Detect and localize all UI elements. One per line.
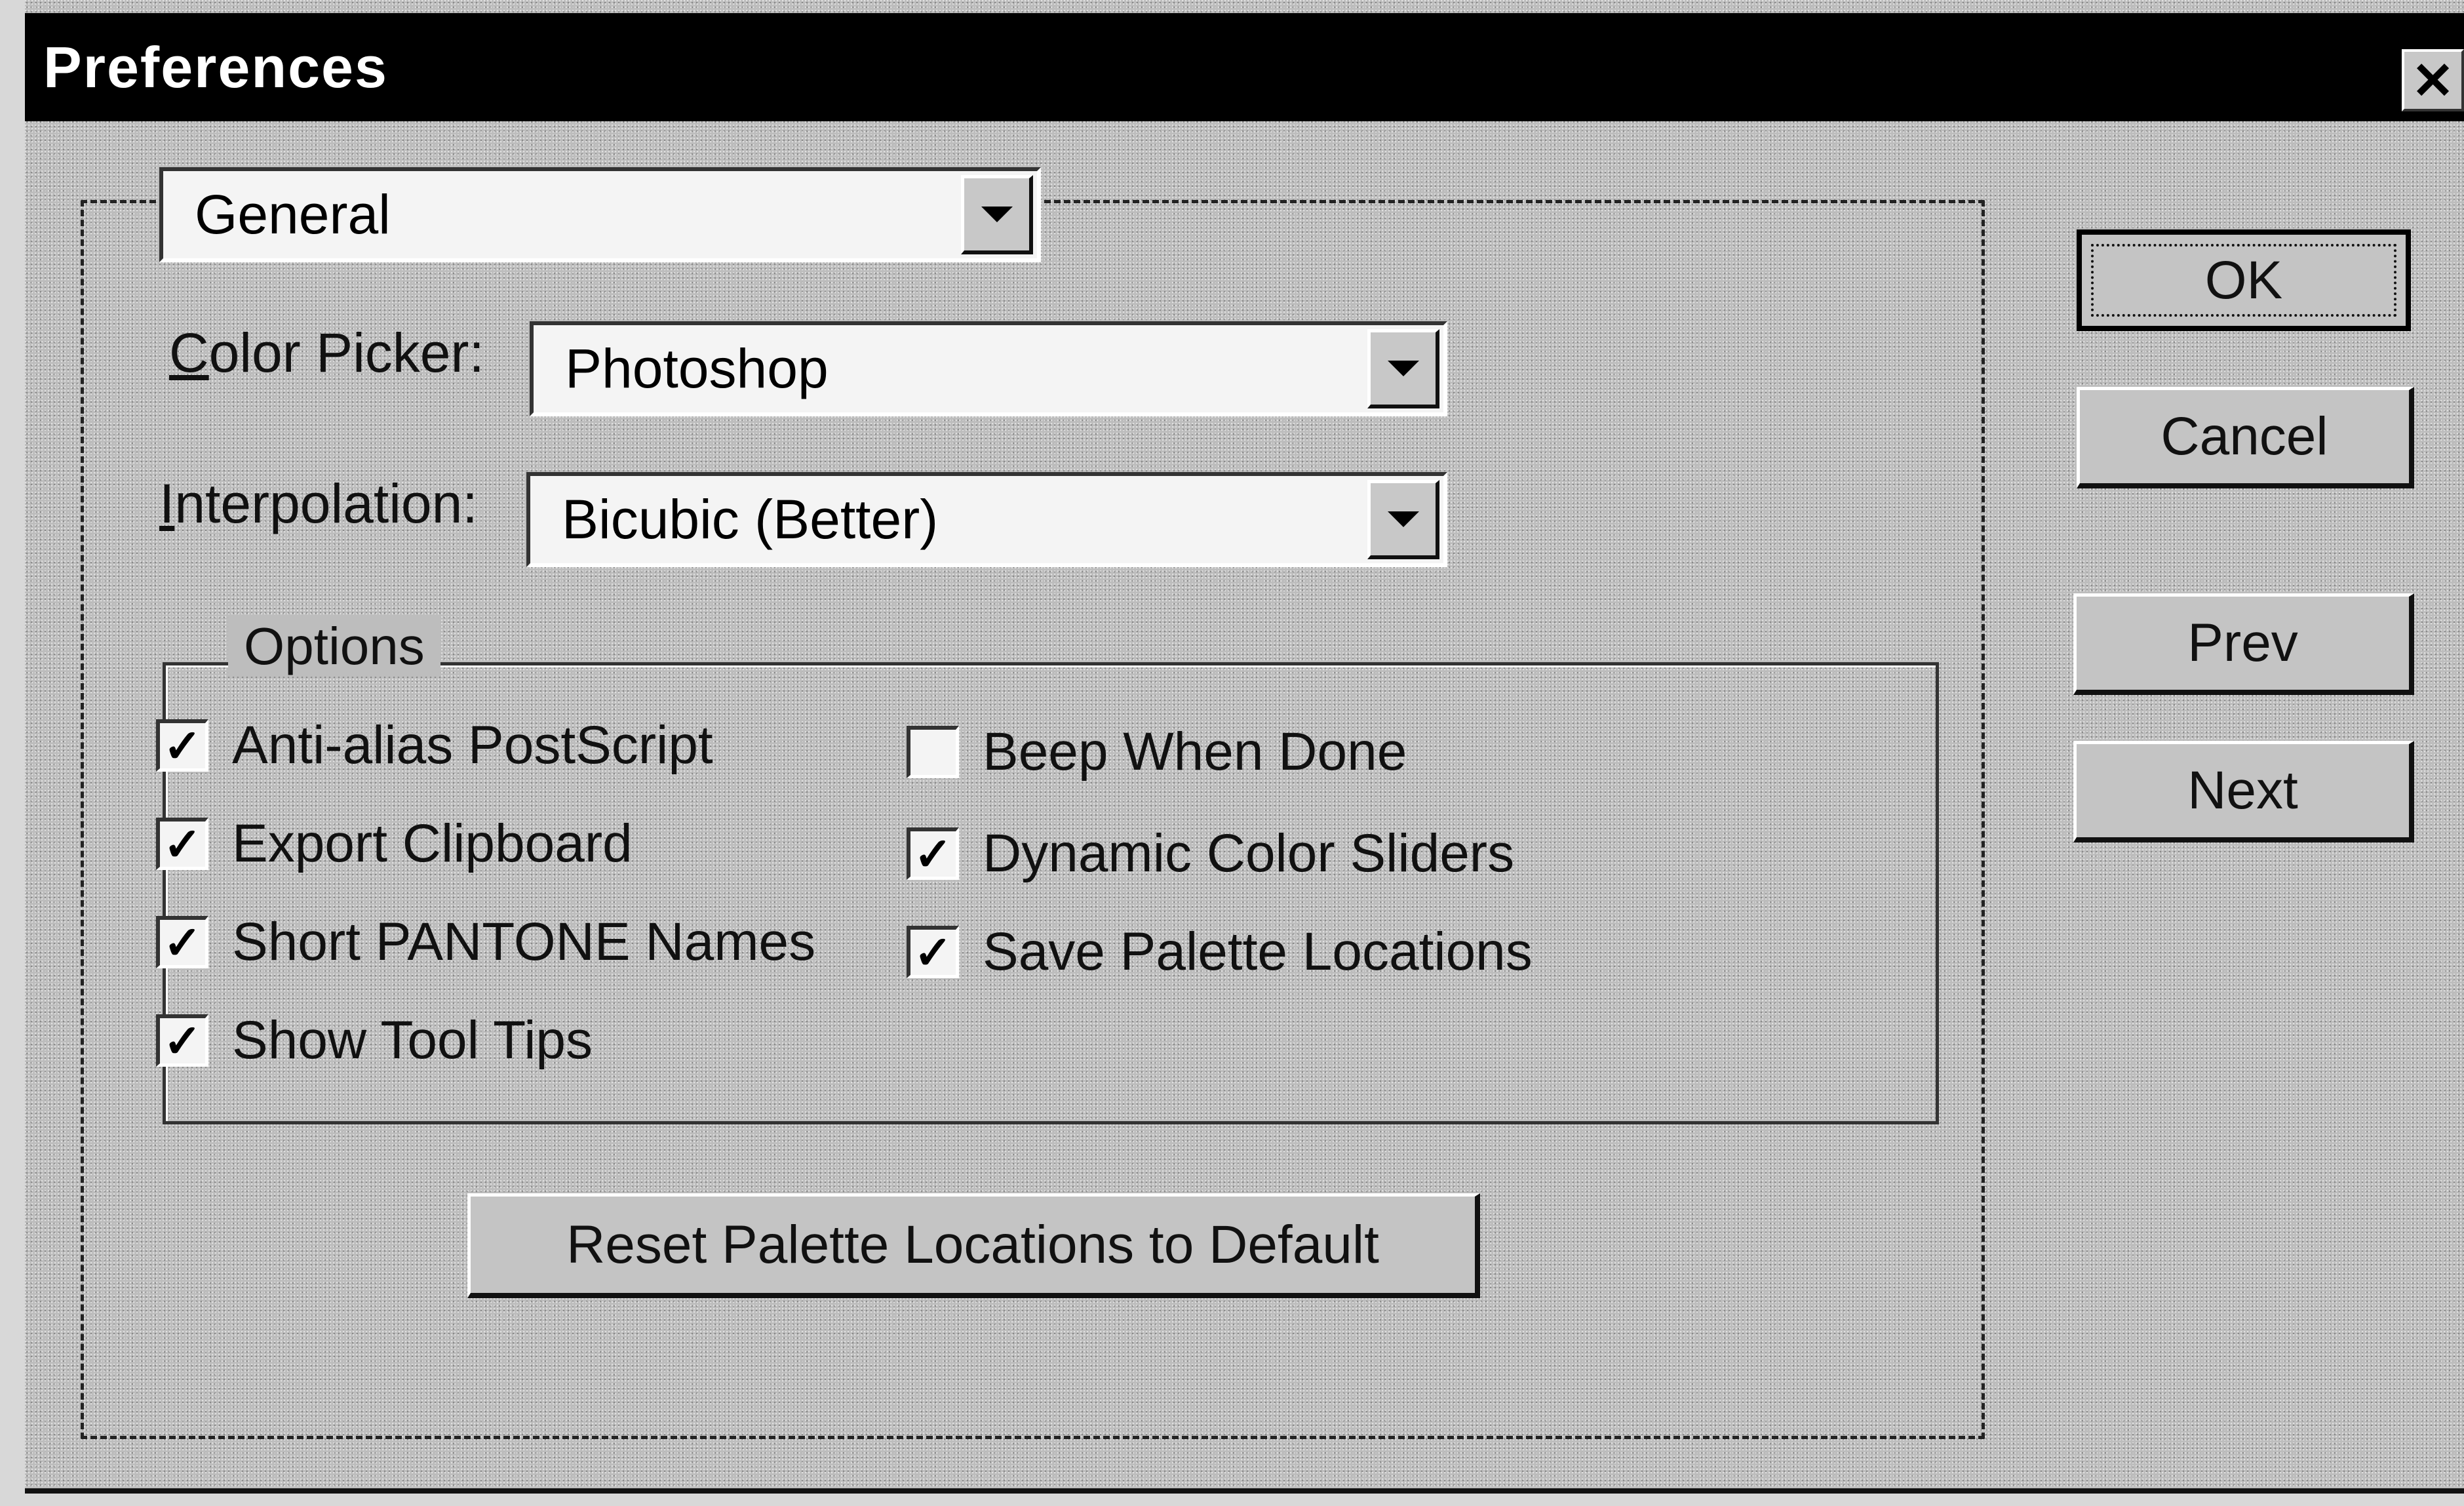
short-pantone-names-checkbox[interactable]: ✓ (156, 916, 208, 968)
export-clipboard-option[interactable]: ✓ Export Clipboard (156, 813, 633, 875)
show-tool-tips-checkbox[interactable]: ✓ (156, 1014, 208, 1067)
dynamic-color-sliders-checkbox[interactable]: ✓ (907, 827, 959, 880)
short-pantone-names-label: Short PANTONE Names (232, 912, 816, 972)
save-palette-locations-label: Save Palette Locations (983, 922, 1533, 981)
save-palette-locations-option[interactable]: ✓ Save Palette Locations (907, 921, 1533, 983)
anti-alias-postscript-checkbox[interactable]: ✓ (156, 719, 208, 772)
window-title: Preferences (43, 35, 388, 100)
export-clipboard-checkbox[interactable]: ✓ (156, 818, 208, 870)
chevron-down-icon (981, 207, 1013, 222)
beep-when-done-option[interactable]: Beep When Done (907, 721, 1407, 783)
interpolation-label: Interpolation: (159, 473, 478, 534)
next-button[interactable]: Next (2073, 741, 2414, 842)
next-button-label: Next (2187, 761, 2298, 820)
color-picker-dropdown-button[interactable] (1367, 329, 1439, 408)
section-select-value: General (195, 184, 391, 245)
dynamic-color-sliders-option[interactable]: ✓ Dynamic Color Sliders (907, 823, 1514, 884)
short-pantone-names-option[interactable]: ✓ Short PANTONE Names (156, 911, 815, 973)
show-tool-tips-option[interactable]: ✓ Show Tool Tips (156, 1010, 593, 1071)
chevron-down-icon (1387, 511, 1419, 527)
chevron-down-icon (1387, 361, 1419, 376)
reset-palette-locations-label: Reset Palette Locations to Default (566, 1214, 1379, 1275)
color-picker-label: Color Picker: (169, 322, 484, 384)
export-clipboard-label: Export Clipboard (232, 814, 633, 873)
anti-alias-postscript-label: Anti-alias PostScript (232, 715, 713, 775)
save-palette-locations-checkbox[interactable]: ✓ (907, 926, 959, 978)
title-bar[interactable]: Preferences ✕ (25, 13, 2464, 121)
interpolation-value: Bicubic (Better) (562, 488, 939, 550)
anti-alias-postscript-option[interactable]: ✓ Anti-alias PostScript (156, 715, 713, 776)
reset-palette-locations-button[interactable]: Reset Palette Locations to Default (467, 1193, 1480, 1298)
preferences-dialog: Preferences ✕ General Color Picker: Phot… (25, 0, 2464, 1494)
show-tool-tips-label: Show Tool Tips (232, 1010, 593, 1070)
ok-button[interactable]: OK (2077, 229, 2411, 331)
section-select-dropdown-button[interactable] (961, 175, 1033, 254)
dynamic-color-sliders-label: Dynamic Color Sliders (983, 823, 1515, 883)
beep-when-done-label: Beep When Done (983, 722, 1407, 782)
focus-rectangle (2091, 244, 2396, 317)
close-button[interactable]: ✕ (2402, 49, 2464, 111)
interpolation-dropdown-button[interactable] (1367, 480, 1439, 559)
cancel-button-label: Cancel (2161, 406, 2328, 466)
prev-button[interactable]: Prev (2073, 593, 2414, 695)
color-picker-value: Photoshop (565, 338, 829, 399)
beep-when-done-checkbox[interactable] (907, 726, 959, 778)
section-select[interactable]: General (159, 167, 1041, 262)
close-icon: ✕ (2411, 51, 2455, 109)
color-picker-select[interactable]: Photoshop (530, 321, 1447, 416)
prev-button-label: Prev (2187, 613, 2298, 673)
interpolation-select[interactable]: Bicubic (Better) (526, 472, 1447, 567)
options-legend: Options (228, 616, 440, 677)
cancel-button[interactable]: Cancel (2077, 387, 2414, 488)
